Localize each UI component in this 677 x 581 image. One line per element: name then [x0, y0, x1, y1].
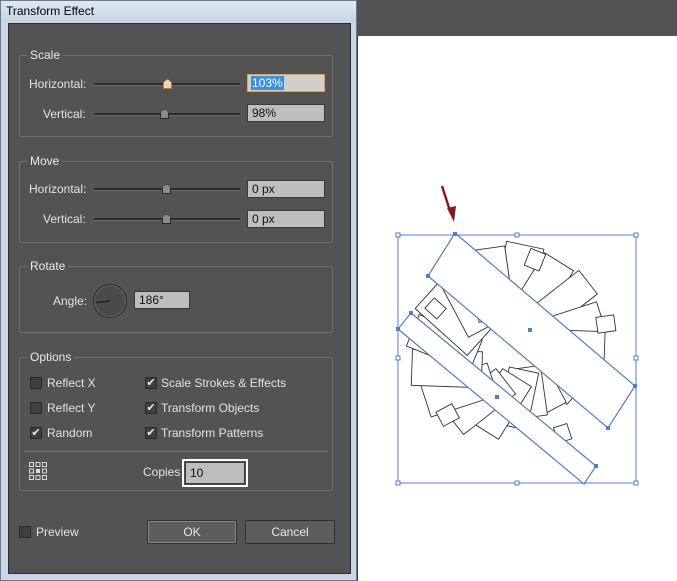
- reflect-x-checkbox[interactable]: [30, 377, 42, 389]
- ok-button[interactable]: OK: [147, 520, 237, 544]
- scale-strokes-checkbox[interactable]: ✔: [145, 377, 157, 389]
- move-vertical-input[interactable]: 0 px: [247, 210, 325, 228]
- move-group-label: Move: [27, 154, 63, 168]
- move-vertical-slider-thumb[interactable]: [162, 214, 171, 224]
- angle-dial-icon[interactable]: [93, 284, 127, 318]
- app-topbar: [357, 0, 677, 36]
- rotated-copy-rect: [595, 314, 617, 334]
- move-horizontal-slider-thumb[interactable]: [162, 184, 171, 194]
- scale-vertical-label: Vertical:: [43, 107, 86, 121]
- scale-vertical-input[interactable]: 98%: [247, 104, 325, 122]
- options-divider: [24, 451, 328, 452]
- scale-vertical-slider-thumb[interactable]: [160, 109, 169, 119]
- random-checkbox[interactable]: ✔: [30, 427, 42, 439]
- pointer-arrow-icon: [440, 185, 456, 222]
- transform-patterns-label[interactable]: Transform Patterns: [161, 426, 263, 440]
- scale-horizontal-value: 103%: [251, 76, 284, 90]
- scale-group: Scale Horizontal: 103% Vertical: 98%: [19, 48, 333, 137]
- options-group: Options Reflect X Reflect Y ✔ Random ✔ S…: [19, 350, 333, 491]
- move-vertical-label: Vertical:: [43, 212, 86, 226]
- preview-checkbox[interactable]: [19, 526, 31, 538]
- copies-label: Copies: [143, 465, 181, 479]
- checkmark-icon: ✔: [31, 427, 41, 439]
- artboard-canvas[interactable]: [358, 36, 677, 581]
- scale-strokes-label[interactable]: Scale Strokes & Effects: [161, 376, 286, 390]
- dialog-titlebar[interactable]: Transform Effect: [1, 1, 356, 23]
- dialog-body: Scale Horizontal: 103% Vertical: 98% Mov…: [8, 23, 351, 574]
- move-horizontal-label: Horizontal:: [29, 182, 87, 196]
- reference-point-grid-icon[interactable]: [29, 462, 47, 480]
- move-horizontal-input[interactable]: 0 px: [247, 180, 325, 198]
- rotate-angle-input[interactable]: 186°: [134, 291, 190, 309]
- copies-input[interactable]: 10: [185, 462, 245, 484]
- rotate-angle-label: Angle:: [53, 294, 88, 308]
- scale-horizontal-label: Horizontal:: [29, 77, 87, 91]
- checkmark-icon: ✔: [146, 402, 156, 414]
- transformed-artwork[interactable]: [358, 36, 677, 581]
- rotate-group-label: Rotate: [27, 259, 69, 273]
- scale-horizontal-slider-thumb[interactable]: [163, 79, 172, 89]
- checkmark-icon: ✔: [146, 377, 156, 389]
- reflect-y-label[interactable]: Reflect Y: [47, 401, 95, 415]
- transform-patterns-checkbox[interactable]: ✔: [145, 427, 157, 439]
- random-label[interactable]: Random: [47, 426, 92, 440]
- reflect-y-checkbox[interactable]: [30, 402, 42, 414]
- scale-horizontal-input[interactable]: 103%: [247, 74, 325, 92]
- move-group: Move Horizontal: 0 px Vertical: 0 px: [19, 154, 333, 243]
- reflect-x-label[interactable]: Reflect X: [47, 376, 96, 390]
- dialog-title: Transform Effect: [6, 4, 95, 18]
- cancel-button[interactable]: Cancel: [245, 520, 335, 544]
- options-group-label: Options: [27, 350, 75, 364]
- transform-effect-dialog: Transform Effect Scale Horizontal: 103% …: [0, 0, 357, 581]
- transform-objects-label[interactable]: Transform Objects: [161, 401, 259, 415]
- checkmark-icon: ✔: [146, 427, 156, 439]
- preview-label[interactable]: Preview: [36, 525, 79, 539]
- scale-group-label: Scale: [27, 48, 64, 62]
- transform-objects-checkbox[interactable]: ✔: [145, 402, 157, 414]
- rotate-group: Rotate Angle: 186°: [19, 259, 333, 333]
